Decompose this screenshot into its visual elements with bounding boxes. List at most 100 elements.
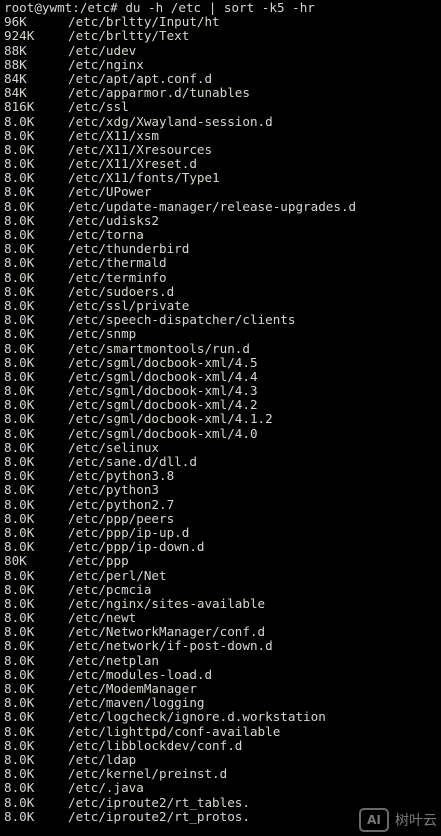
output-row: 8.0K/etc/sgml/docbook-xml/4.0 (4, 426, 441, 441)
size-value: 8.0K (4, 468, 35, 484)
path-value: /etc/X11/fonts/Type1 (68, 170, 220, 186)
path-value: /etc/terminfo (68, 269, 167, 285)
output-row: 8.0K/etc/ssl/private (4, 297, 441, 313)
path-value: /etc/X11/xsm (68, 127, 159, 143)
size-value: 8.0K (4, 397, 35, 413)
size-value: 8.0K (4, 780, 35, 796)
output-row: 8.0K/etc/nginx/sites-available (4, 595, 441, 611)
size-value: 8.0K (4, 666, 35, 682)
terminal-window[interactable]: root@ywmt:/etc# du -h /etc | sort -k5 -h… (0, 0, 441, 836)
output-row: 8.0K/etc/ModemManager (4, 681, 441, 696)
output-row: 80K/etc/ppp (4, 554, 441, 568)
path-value: /etc/update-manager/release-upgrades.d (68, 198, 357, 214)
output-row: 8.0K/etc/python3.8 (4, 468, 441, 484)
size-value: 8.0K (4, 198, 35, 214)
path-value: /etc/maven/logging (68, 695, 205, 711)
size-value: 8.0K (4, 340, 35, 356)
output-row: 8.0K/etc/kernel/preinst.d (4, 766, 441, 782)
path-value: /etc/apt/apt.conf.d (68, 70, 213, 86)
path-value: /etc/modules-load.d (68, 666, 213, 682)
output-row: 8.0K/etc/UPower (4, 185, 441, 199)
size-value: 8.0K (4, 737, 35, 753)
size-value: 8.0K (4, 567, 35, 583)
path-value: /etc/python3 (68, 482, 159, 498)
path-value: /etc/speech-dispatcher/clients (68, 312, 296, 328)
size-value: 8.0K (4, 454, 35, 469)
size-value: 8.0K (4, 212, 35, 228)
size-value: 8.0K (4, 141, 35, 157)
output-row: 8.0K/etc/sane.d/dll.d (4, 454, 441, 469)
watermark-logo-icon: AI (359, 808, 389, 832)
path-value: /etc/libblockdev/conf.d (68, 737, 243, 753)
size-value: 8.0K (4, 751, 35, 767)
size-value: 8.0K (4, 241, 35, 257)
path-value: /etc/sgml/docbook-xml/4.4 (68, 368, 258, 384)
output-row: 8.0K/etc/pcmcia (4, 581, 441, 597)
size-value: 8.0K (4, 610, 35, 626)
path-value: /etc/ppp/ip-down.d (68, 539, 205, 555)
output-row: 8.0K/etc/sgml/docbook-xml/4.2 (4, 398, 441, 412)
size-value: 8.0K (4, 638, 35, 654)
size-value: 8.0K (4, 624, 35, 640)
output-row: 8.0K/etc/udisks2 (4, 212, 441, 228)
path-value: /etc/ldap (68, 751, 137, 767)
path-value: /etc/ppp/ip-up.d (68, 524, 190, 540)
watermark: AI 树叶云 (359, 808, 437, 832)
size-value: 8.0K (4, 524, 35, 540)
size-value: 8.0K (4, 297, 35, 313)
path-value: /etc/xdg/Xwayland-session.d (68, 113, 273, 129)
size-value: 8.0K (4, 595, 35, 611)
output-row: 8.0K/etc/perl/Net (4, 567, 441, 583)
output-row: 924K/etc/brltty/Text (4, 29, 441, 43)
output-row: 8.0K/etc/sudoers.d (4, 284, 441, 299)
path-value: /etc/.java (68, 780, 144, 796)
path-value: /etc/network/if-post-down.d (68, 638, 273, 654)
path-value: /etc/udisks2 (68, 212, 159, 228)
output-row: 8.0K/etc/smartmontools/run.d (4, 340, 441, 356)
output-row: 8.0K/etc/modules-load.d (4, 666, 441, 682)
path-value: /etc/sgml/docbook-xml/4.2 (68, 397, 258, 413)
output-row: 8.0K/etc/network/if-post-down.d (4, 639, 441, 653)
output-row: 8.0K/etc/NetworkManager/conf.d (4, 625, 441, 639)
size-value: 8.0K (4, 808, 35, 824)
size-value: 8.0K (4, 766, 35, 782)
size-value: 8.0K (4, 269, 35, 285)
size-value: 8.0K (4, 439, 35, 455)
size-value: 8.0K (4, 723, 35, 739)
output-row: 8.0K/etc/newt (4, 610, 441, 626)
path-value: /etc/smartmontools/run.d (68, 340, 250, 356)
path-value: /etc/sgml/docbook-xml/4.5 (68, 354, 258, 370)
path-value: /etc/lighttpd/conf-available (68, 723, 281, 739)
size-value: 8.0K (4, 383, 35, 399)
size-value: 8.0K (4, 695, 35, 711)
output-row: 8.0K/etc/update-manager/release-upgrades… (4, 198, 441, 214)
path-value: /etc/python2.7 (68, 496, 175, 512)
path-value: /etc/torna (68, 227, 144, 242)
output-row: 8.0K/etc/python2.7 (4, 496, 441, 512)
size-value: 924K (4, 28, 35, 44)
output-list: 96K/etc/brltty/Input/ht 924K/etc/brltty/T… (4, 14, 441, 824)
output-row: 84K/etc/apparmor.d/tunables (4, 85, 441, 101)
path-value: /etc/pcmcia (68, 581, 152, 597)
output-row: 8.0K/etc/logcheck/ignore.d.workstation (4, 710, 441, 724)
size-value: 8.0K (4, 681, 35, 696)
path-value: /etc/brltty/Input/ht (68, 14, 220, 30)
output-row: 816K/etc/ssl (4, 100, 441, 114)
path-value: /etc/thunderbird (68, 241, 190, 257)
path-value: /etc/thermald (68, 255, 167, 271)
size-value: 8.0K (4, 113, 35, 129)
path-value: /etc/ModemManager (68, 681, 197, 696)
path-value: /etc/udev (68, 42, 137, 58)
path-value: /etc/UPower (68, 184, 152, 200)
path-value: /etc/sgml/docbook-xml/4.3 (68, 383, 258, 399)
output-row: 8.0K/etc/.java (4, 781, 441, 795)
output-row: 8.0K/etc/terminfo (4, 269, 441, 285)
path-value: /etc/apparmor.d/tunables (68, 85, 250, 101)
output-row: 8.0K/etc/ppp/ip-down.d (4, 539, 441, 555)
size-value: 8.0K (4, 368, 35, 384)
output-row: 8.0K/etc/netplan (4, 653, 441, 668)
output-row: 88K/etc/nginx (4, 57, 441, 72)
size-value: 88K (4, 42, 27, 58)
output-row: 8.0K/etc/snmp (4, 327, 441, 341)
path-value: /etc/python3.8 (68, 468, 175, 484)
